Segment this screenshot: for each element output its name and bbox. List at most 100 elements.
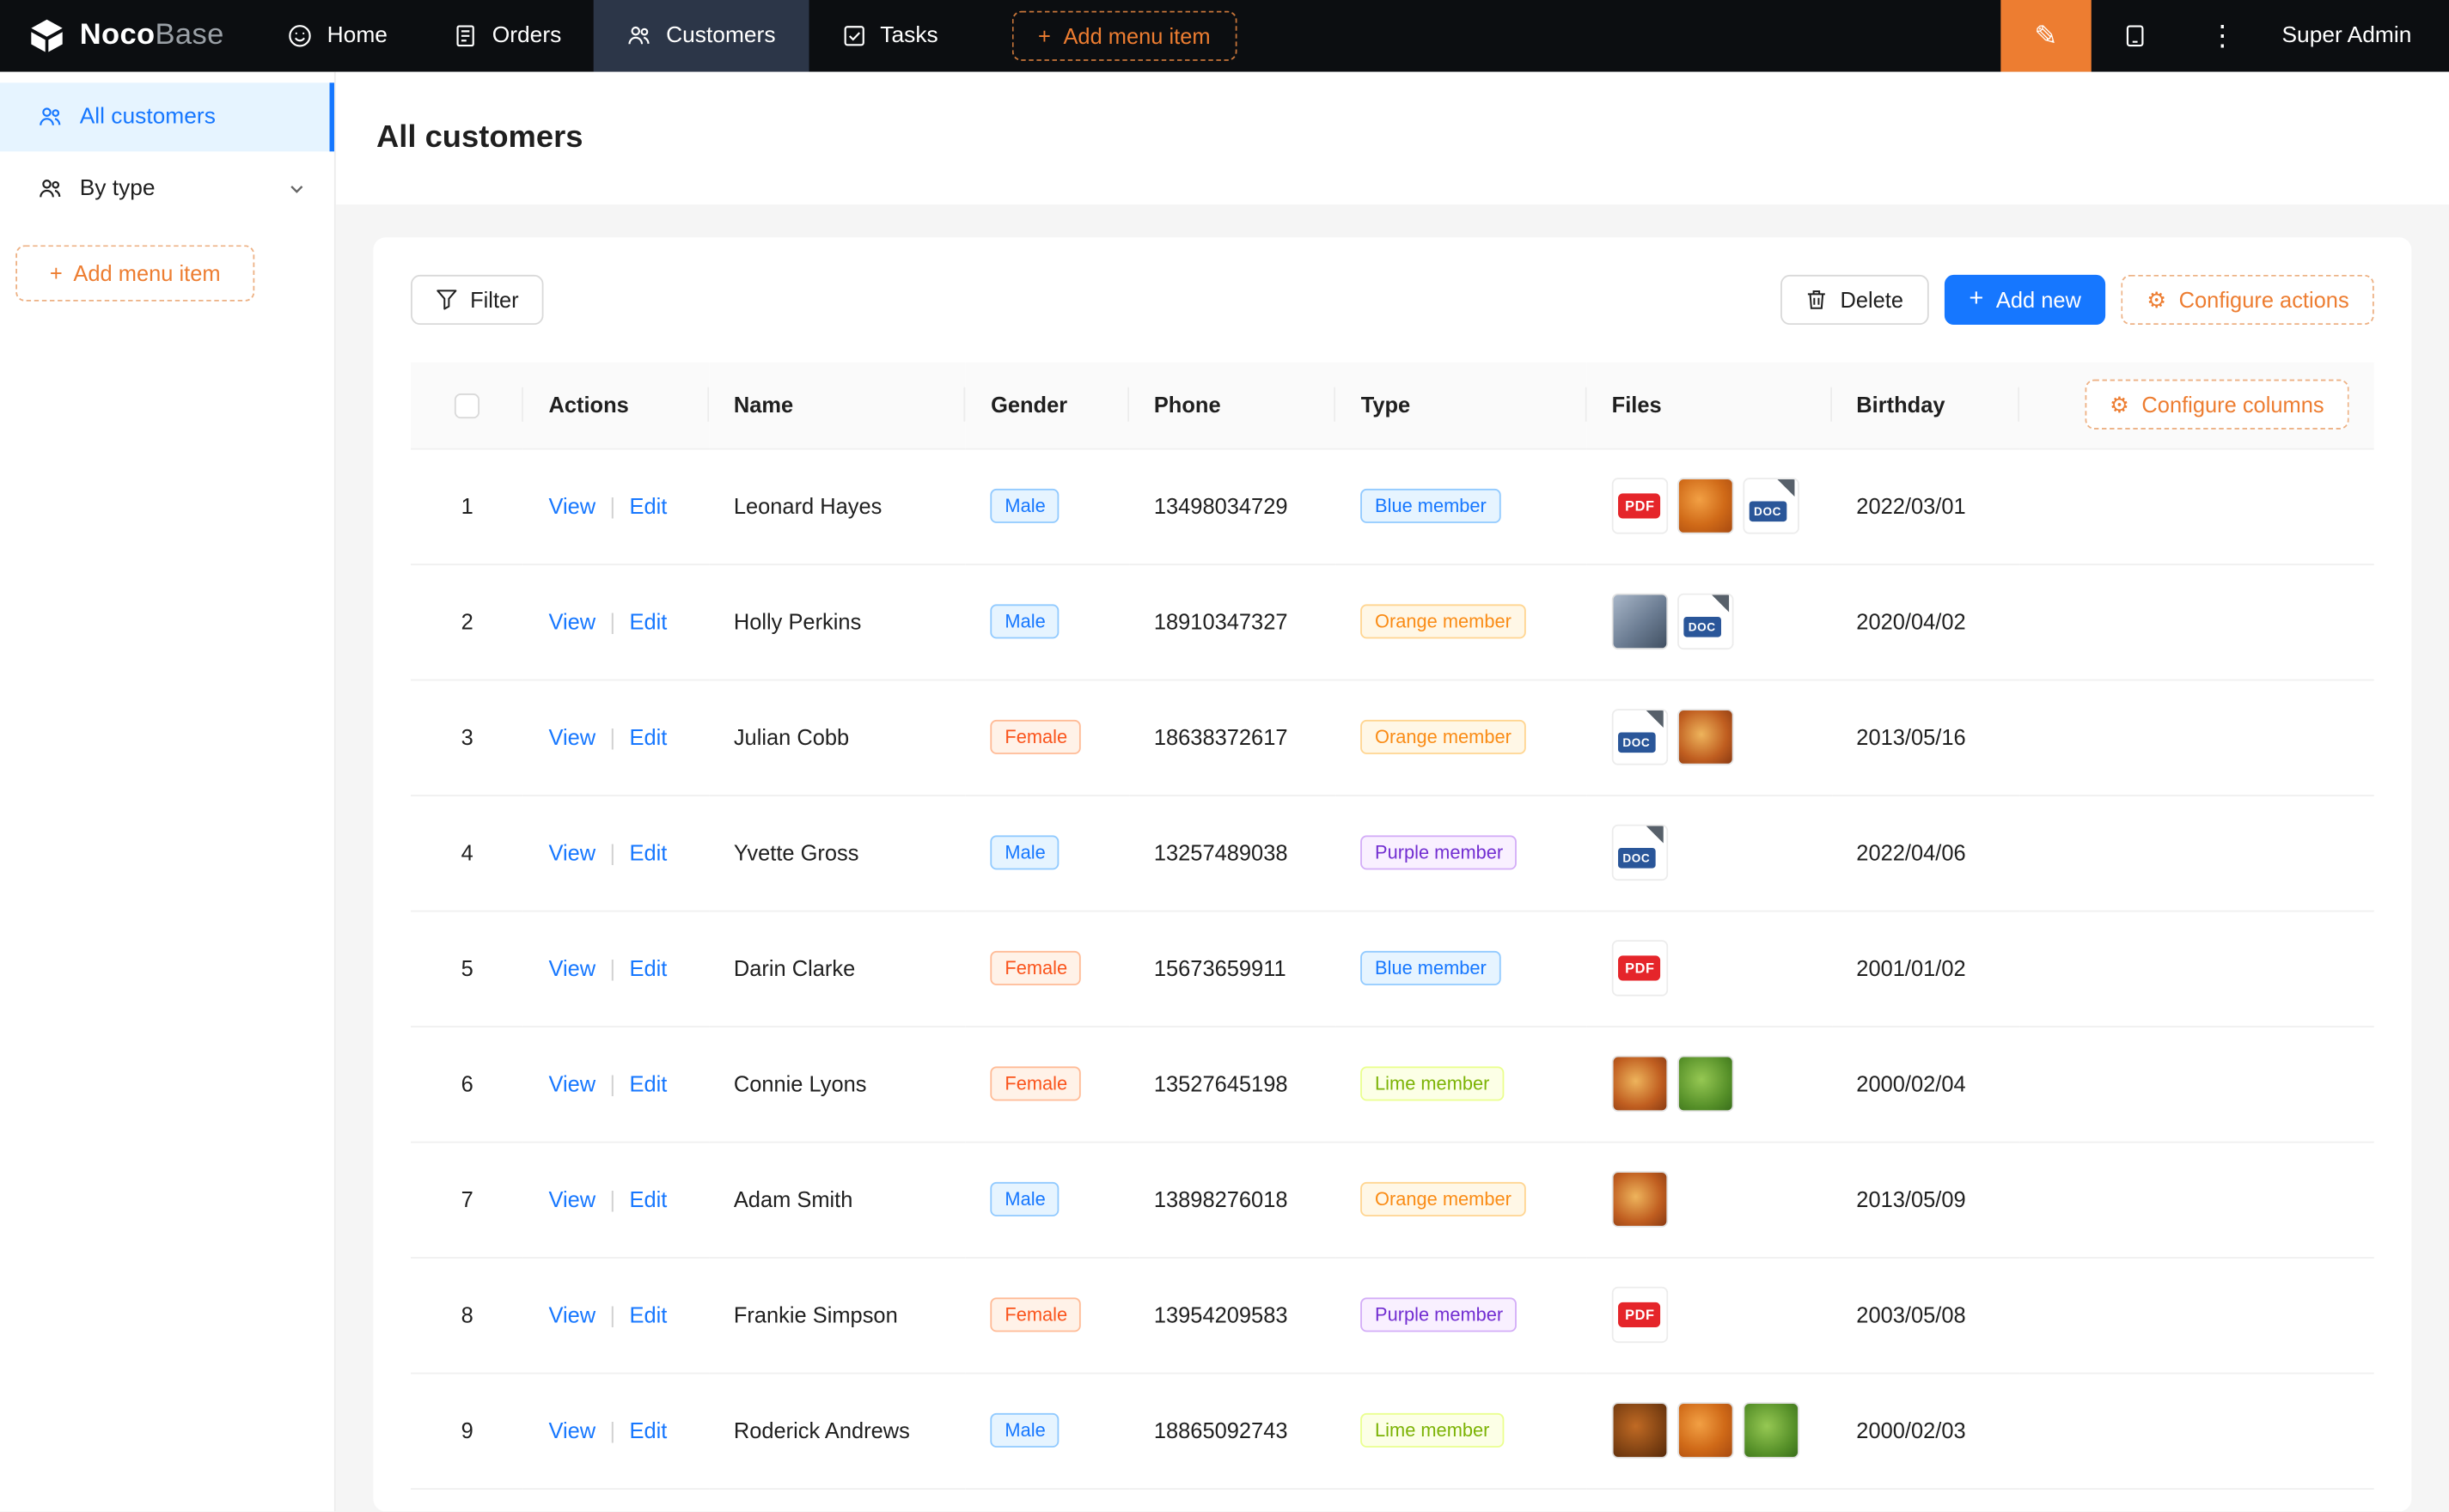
gender-cell: Male: [966, 1373, 1129, 1489]
column-header-birthday: Birthday: [1831, 363, 2019, 448]
type-cell: Lime member: [1336, 1026, 1587, 1142]
phone-cell: 13898276018: [1129, 1142, 1336, 1258]
page-header: All customers: [336, 72, 2449, 204]
edit-link[interactable]: Edit: [630, 724, 668, 749]
phone-value: 15673659911: [1154, 955, 1286, 980]
table-row: 2 View Edit Holly Perkins Male 1891034732…: [411, 564, 2374, 680]
action-separator: [610, 840, 616, 865]
configure-actions-button[interactable]: ⚙ Configure actions: [2122, 275, 2374, 325]
actions-cell: View Edit: [523, 795, 708, 911]
row-index: 3: [461, 724, 473, 749]
image-thumbnail[interactable]: [1612, 594, 1668, 649]
phone-cell: 18638372617: [1129, 680, 1336, 796]
doc-file-icon[interactable]: DOC: [1612, 825, 1668, 881]
table-row: 7 ViewEdit Adam Smith Male 13898276018 O…: [411, 1142, 2374, 1258]
phone-cell: 18865092743: [1129, 1373, 1336, 1489]
view-link[interactable]: View: [548, 955, 595, 980]
image-thumbnail[interactable]: [1677, 709, 1733, 765]
doc-file-icon[interactable]: DOC: [1677, 594, 1733, 649]
row-index: 2: [461, 609, 473, 634]
edit-link[interactable]: Edit: [630, 1302, 668, 1327]
row-index-cell: 5: [411, 911, 523, 1027]
nocobase-logo[interactable]: NocoBase: [0, 0, 255, 72]
image-thumbnail[interactable]: [1612, 1056, 1668, 1112]
nav-item-tasks[interactable]: Tasks: [809, 0, 971, 72]
column-header-gender: Gender: [966, 363, 1129, 448]
kebab-menu-icon: ⋮: [2208, 20, 2237, 52]
edit-link[interactable]: Edit: [630, 1418, 668, 1442]
user-menu[interactable]: Super Admin: [2266, 0, 2449, 72]
pdf-file-icon[interactable]: PDF: [1612, 478, 1668, 533]
view-link[interactable]: View: [548, 1071, 595, 1096]
add-menu-item-button-header[interactable]: + Add menu item: [1011, 11, 1237, 61]
nav-item-home[interactable]: Home: [255, 0, 420, 72]
type-tag: Orange member: [1361, 720, 1526, 754]
pdf-glyph: PDF: [1619, 1302, 1661, 1327]
edit-link[interactable]: Edit: [630, 609, 668, 634]
more-options-button[interactable]: ⋮: [2178, 0, 2266, 72]
ui-editor-button[interactable]: ✎: [2000, 0, 2091, 72]
type-tag: Purple member: [1361, 1297, 1518, 1332]
delete-button[interactable]: Delete: [1780, 275, 1928, 325]
plus-icon: +: [1969, 287, 1983, 312]
customer-name: Frankie Simpson: [734, 1302, 898, 1327]
type-tag: Lime member: [1361, 1413, 1504, 1448]
filter-funnel-icon: [436, 289, 457, 310]
view-link[interactable]: View: [548, 1302, 595, 1327]
image-thumbnail[interactable]: [1743, 1402, 1799, 1458]
sidebar-item-all-customers[interactable]: All customers: [0, 82, 334, 151]
select-all-checkbox[interactable]: [455, 393, 479, 418]
filter-button[interactable]: Filter: [411, 275, 544, 325]
gender-cell: Male: [966, 564, 1129, 680]
nav-item-customers[interactable]: Customers: [594, 0, 808, 72]
image-thumbnail[interactable]: [1612, 1171, 1668, 1227]
view-link[interactable]: View: [548, 724, 595, 749]
edit-link[interactable]: Edit: [630, 840, 668, 865]
edit-link[interactable]: Edit: [630, 493, 668, 518]
birthday-cell: 2000/02/03: [1831, 1373, 2019, 1489]
add-menu-item-button-sidebar[interactable]: + Add menu item: [15, 245, 254, 301]
view-link[interactable]: View: [548, 609, 595, 634]
phone-cell: 13954209583: [1129, 1257, 1336, 1373]
customer-name: Holly Perkins: [734, 609, 862, 634]
sidebar-item-by-type[interactable]: By type: [0, 155, 334, 223]
actions-cell: View Edit: [523, 680, 708, 796]
files-cell: [1587, 1142, 1832, 1258]
mobile-layout-button[interactable]: [2092, 0, 2179, 72]
edit-link[interactable]: Edit: [630, 1186, 668, 1211]
gear-icon: ⚙: [2147, 289, 2166, 310]
type-tag: Blue member: [1361, 951, 1500, 985]
configure-columns-header: ⚙ Configure columns: [2019, 363, 2374, 448]
row-index: 6: [461, 1071, 473, 1096]
files-cell: DOC: [1587, 680, 1832, 796]
action-separator: [610, 955, 616, 980]
configure-columns-button[interactable]: ⚙ Configure columns: [2085, 380, 2349, 430]
customers-icon: [38, 105, 63, 130]
nav-item-orders[interactable]: Orders: [420, 0, 594, 72]
type-cell: Blue member: [1336, 448, 1587, 564]
doc-file-icon[interactable]: DOC: [1612, 709, 1668, 765]
files-cell: [1587, 1026, 1832, 1142]
image-thumbnail[interactable]: [1677, 478, 1733, 533]
pdf-file-icon[interactable]: PDF: [1612, 1287, 1668, 1343]
table-row: 1 ViewEdit Leonard Hayes Male 1349803472…: [411, 448, 2374, 564]
files-cell: DOC: [1587, 564, 1832, 680]
type-cell: Orange member: [1336, 1142, 1587, 1258]
view-link[interactable]: View: [548, 493, 595, 518]
row-config-cell: [2019, 1142, 2374, 1258]
image-thumbnail[interactable]: [1677, 1402, 1733, 1458]
add-new-button[interactable]: + Add new: [1944, 275, 2106, 325]
gender-tag: Male: [991, 604, 1060, 638]
doc-file-icon[interactable]: DOC: [1743, 478, 1799, 533]
image-thumbnail[interactable]: [1677, 1056, 1733, 1112]
table-body: 1 ViewEdit Leonard Hayes Male 1349803472…: [411, 448, 2374, 1489]
phone-cell: 18910347327: [1129, 564, 1336, 680]
view-link[interactable]: View: [548, 1418, 595, 1442]
view-link[interactable]: View: [548, 1186, 595, 1211]
image-thumbnail[interactable]: [1612, 1402, 1668, 1458]
view-link[interactable]: View: [548, 840, 595, 865]
pdf-file-icon[interactable]: PDF: [1612, 940, 1668, 996]
edit-link[interactable]: Edit: [630, 955, 668, 980]
edit-link[interactable]: Edit: [630, 1071, 668, 1096]
column-header-name: Name: [709, 363, 966, 448]
